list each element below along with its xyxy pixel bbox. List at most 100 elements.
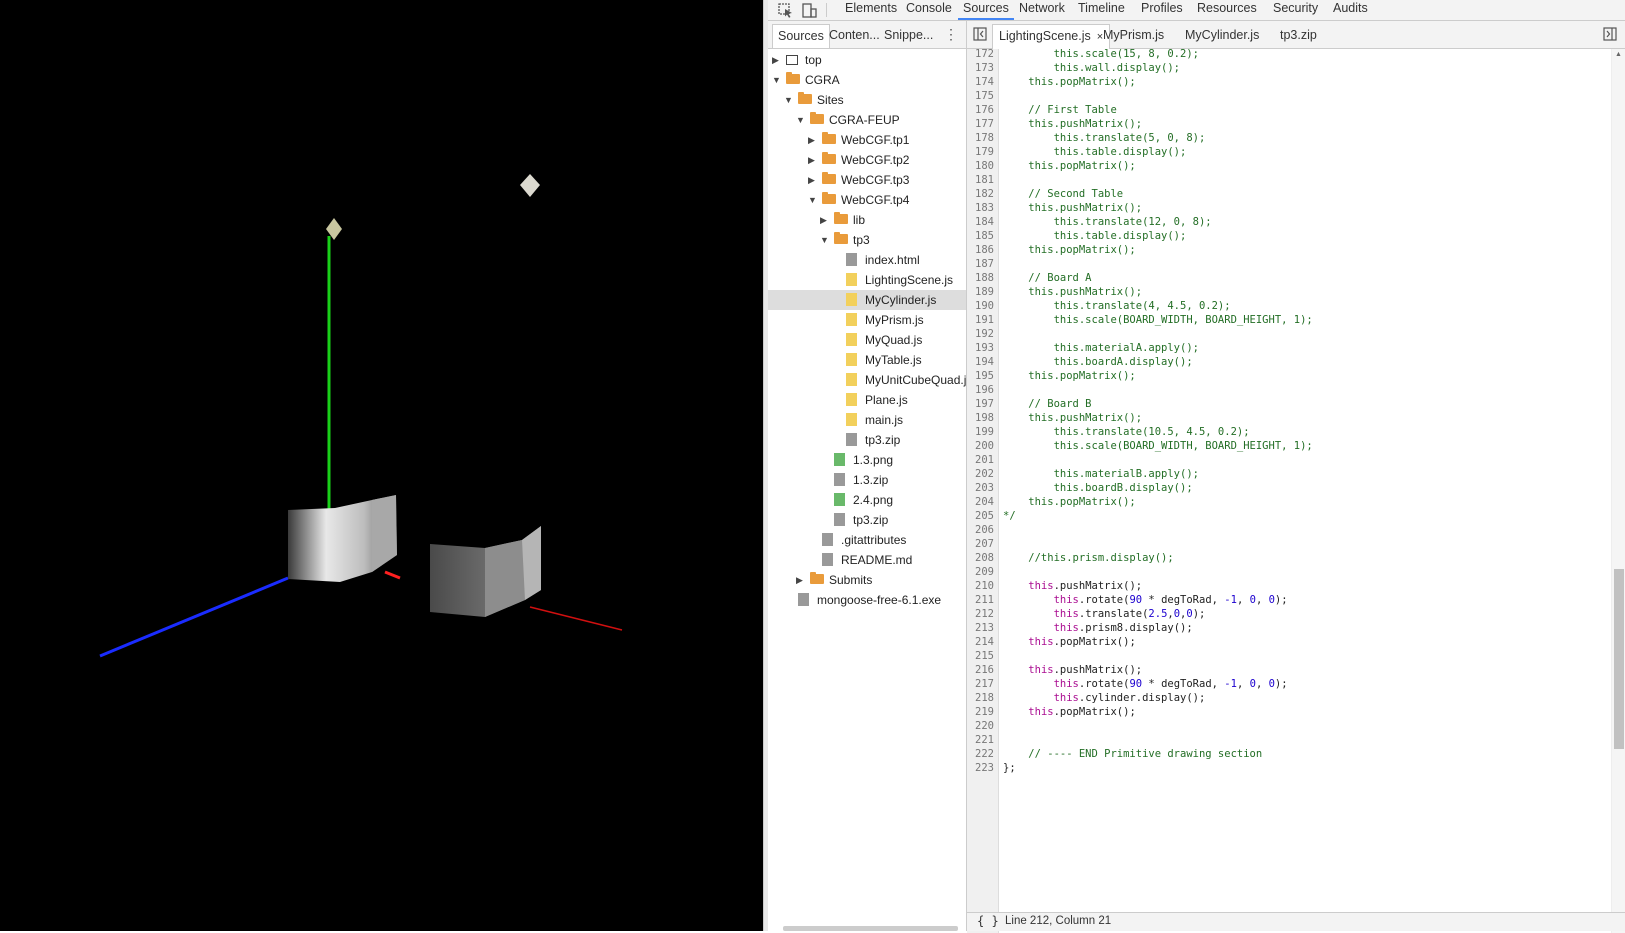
line-number[interactable]: 192 (967, 327, 994, 341)
expanded-arrow-icon[interactable]: ▼ (796, 110, 806, 130)
line-number[interactable]: 177 (967, 117, 994, 131)
collapsed-arrow-icon[interactable]: ▶ (796, 570, 806, 590)
tree-item[interactable]: ▼ WebCGF.tp4 (768, 190, 966, 210)
line-number[interactable]: 214 (967, 635, 994, 649)
line-number[interactable]: 188 (967, 271, 994, 285)
nav-tab-snippets[interactable]: Snippe... (879, 24, 938, 46)
scrollbar-thumb[interactable] (1614, 569, 1624, 749)
tab-network[interactable]: Network (1014, 0, 1070, 20)
line-number[interactable]: 217 (967, 677, 994, 691)
tab-resources[interactable]: Resources (1192, 0, 1262, 20)
line-number[interactable]: 173 (967, 61, 994, 75)
line-number[interactable]: 215 (967, 649, 994, 663)
webgl-canvas[interactable] (0, 0, 763, 931)
tab-elements[interactable]: Elements (840, 0, 902, 20)
line-number[interactable]: 172 (967, 49, 994, 61)
line-number[interactable]: 198 (967, 411, 994, 425)
device-mode-icon[interactable] (800, 1, 820, 19)
line-number[interactable]: 184 (967, 215, 994, 229)
line-number[interactable]: 195 (967, 369, 994, 383)
vertical-scrollbar[interactable]: ▲ ▼ (1611, 49, 1625, 933)
line-number[interactable]: 208 (967, 551, 994, 565)
line-number[interactable]: 211 (967, 593, 994, 607)
line-number[interactable]: 204 (967, 495, 994, 509)
line-number[interactable]: 210 (967, 579, 994, 593)
line-number-gutter[interactable]: 172 173 174 175 176 177 178 179 180 181 182 183 184 1… (967, 49, 999, 933)
line-number[interactable]: 223 (967, 761, 994, 775)
tree-item[interactable]: ▼ CGRA (768, 70, 966, 90)
tab-console[interactable]: Console (901, 0, 957, 20)
collapsed-arrow-icon[interactable]: ▶ (808, 150, 818, 170)
line-number[interactable]: 221 (967, 733, 994, 747)
line-number[interactable]: 185 (967, 229, 994, 243)
line-number[interactable]: 193 (967, 341, 994, 355)
line-number[interactable]: 202 (967, 467, 994, 481)
tree-item[interactable]: 1.3.zip (768, 470, 966, 490)
line-number[interactable]: 187 (967, 257, 994, 271)
line-number[interactable]: 178 (967, 131, 994, 145)
tab-profiles[interactable]: Profiles (1136, 0, 1188, 20)
line-number[interactable]: 200 (967, 439, 994, 453)
tree-item[interactable]: ▼ tp3 (768, 230, 966, 250)
tree-item[interactable]: MyCylinder.js (768, 290, 966, 310)
line-number[interactable]: 175 (967, 89, 994, 103)
collapsed-arrow-icon[interactable]: ▶ (808, 170, 818, 190)
tree-item[interactable]: ▶ WebCGF.tp2 (768, 150, 966, 170)
tree-item[interactable]: MyQuad.js (768, 330, 966, 350)
tree-item[interactable]: tp3.zip (768, 430, 966, 450)
line-number[interactable]: 203 (967, 481, 994, 495)
expanded-arrow-icon[interactable]: ▼ (784, 90, 794, 110)
scroll-up-arrow-icon[interactable]: ▲ (1615, 51, 1622, 58)
tree-item[interactable]: mongoose-free-6.1.exe (768, 590, 966, 610)
editor-tab-mycylinder[interactable]: MyCylinder.js (1179, 24, 1265, 49)
more-vertical-icon[interactable]: ⋮ (944, 26, 958, 43)
line-number[interactable]: 222 (967, 747, 994, 761)
tree-item[interactable]: MyTable.js (768, 350, 966, 370)
line-number[interactable]: 201 (967, 453, 994, 467)
line-number[interactable]: 197 (967, 397, 994, 411)
line-number[interactable]: 183 (967, 201, 994, 215)
tree-item[interactable]: ▼ CGRA-FEUP (768, 110, 966, 130)
tree-item[interactable]: ▶ Submits (768, 570, 966, 590)
tree-item[interactable]: .gitattributes (768, 530, 966, 550)
line-number[interactable]: 186 (967, 243, 994, 257)
tree-item[interactable]: ▶ WebCGF.tp3 (768, 170, 966, 190)
line-number[interactable]: 182 (967, 187, 994, 201)
tree-item[interactable]: MyPrism.js (768, 310, 966, 330)
toggle-navigator-icon[interactable] (973, 27, 987, 44)
line-number[interactable]: 194 (967, 355, 994, 369)
line-number[interactable]: 205 (967, 509, 994, 523)
tree-item[interactable]: ▶ lib (768, 210, 966, 230)
tree-item[interactable]: tp3.zip (768, 510, 966, 530)
line-number[interactable]: 216 (967, 663, 994, 677)
expanded-arrow-icon[interactable]: ▼ (772, 70, 782, 90)
tree-item[interactable]: index.html (768, 250, 966, 270)
toggle-debugger-icon[interactable] (1603, 27, 1617, 44)
tab-audits[interactable]: Audits (1328, 0, 1373, 20)
tree-item[interactable]: main.js (768, 410, 966, 430)
expanded-arrow-icon[interactable]: ▼ (808, 190, 818, 210)
tree-item[interactable]: ▼ Sites (768, 90, 966, 110)
tab-timeline[interactable]: Timeline (1073, 0, 1130, 20)
line-number[interactable]: 209 (967, 565, 994, 579)
tab-security[interactable]: Security (1268, 0, 1323, 20)
navigator-horizontal-scrollbar[interactable] (783, 926, 958, 931)
code-area[interactable]: 172 173 174 175 176 177 178 179 180 181 182 183 184 1… (967, 49, 1625, 933)
line-number[interactable]: 218 (967, 691, 994, 705)
line-number[interactable]: 213 (967, 621, 994, 635)
line-number[interactable]: 176 (967, 103, 994, 117)
editor-tab-lightingscene[interactable]: LightingScene.js × (992, 24, 1111, 49)
line-number[interactable]: 189 (967, 285, 994, 299)
line-number[interactable]: 174 (967, 75, 994, 89)
tree-item[interactable]: MyUnitCubeQuad.j (768, 370, 966, 390)
line-number[interactable]: 220 (967, 719, 994, 733)
editor-tab-tp3zip[interactable]: tp3.zip (1274, 24, 1323, 49)
tree-item[interactable]: LightingScene.js (768, 270, 966, 290)
line-number[interactable]: 212 (967, 607, 994, 621)
line-number[interactable]: 190 (967, 299, 994, 313)
line-number[interactable]: 219 (967, 705, 994, 719)
nav-tab-sources[interactable]: Sources (772, 24, 830, 48)
line-number[interactable]: 180 (967, 159, 994, 173)
line-number[interactable]: 191 (967, 313, 994, 327)
nav-tab-content-scripts[interactable]: Conten... (824, 24, 885, 46)
